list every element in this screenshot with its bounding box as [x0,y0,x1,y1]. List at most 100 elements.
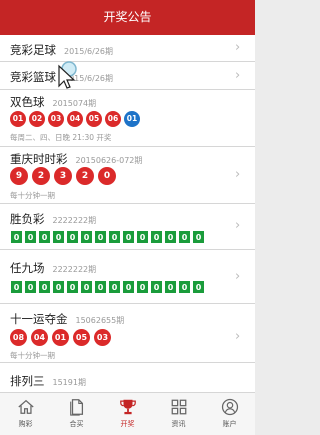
result-digit: 0 [108,230,121,244]
tab-label: 资讯 [171,420,186,428]
lottery-row-pl3[interactable]: 排列三 15191期 [0,363,255,392]
result-digit: 0 [192,230,205,244]
result-digit: 0 [10,230,23,244]
lottery-issue: 2015074期 [52,99,97,108]
red-ball: 08 [10,329,27,346]
tab-news[interactable]: 资讯 [153,393,204,435]
lottery-name: 任九场 [10,261,45,275]
tab-results[interactable]: 开奖 [102,393,153,435]
lottery-issue: 2015/6/26期 [64,47,114,56]
winning-numbers: 01 02 03 04 05 06 01 [10,111,143,127]
chevron-right-icon: › [235,68,241,83]
result-digit: 0 [80,280,93,294]
lottery-list[interactable]: 竞彩足球 2015/6/26期 › 竞彩篮球 2015/6/26期 › 双色球 201… [0,35,255,392]
result-digit: 0 [24,230,37,244]
trophy-icon [119,399,136,415]
result-digit: 0 [164,280,177,294]
result-digit: 0 [150,230,163,244]
lottery-issue: 15191期 [52,378,86,387]
user-icon [221,398,238,416]
lottery-issue: 2222222期 [52,216,97,225]
app-root: 开奖公告 竞彩足球 2015/6/26期 › 竞彩篮球 2015/6/26期 › 双… [0,0,255,435]
result-digit: 0 [94,230,107,244]
lottery-row-11x5[interactable]: 十一运夺金 15062655期 08 04 01 05 03 每十分钟一期 › [0,304,255,363]
lottery-row-cqssc[interactable]: 重庆时时彩 20150626-072期 9 2 3 2 0 每十分钟一期 › [0,147,255,204]
tab-group-buy[interactable]: 合买 [51,393,102,435]
result-digit: 0 [66,280,79,294]
red-ball: 04 [31,329,48,346]
chevron-right-icon: › [235,218,241,233]
chevron-right-icon: › [235,40,241,55]
result-digit: 0 [80,230,93,244]
red-ball: 03 [94,329,111,346]
red-ball: 05 [86,111,102,127]
lottery-title: 胜负彩 2222222期 [10,211,96,227]
tab-buy[interactable]: 购彩 [0,393,51,435]
result-digit: 0 [52,280,65,294]
result-digit: 0 [66,230,79,244]
tab-label: 合买 [69,420,84,428]
result-digit: 0 [150,280,163,294]
lottery-name: 双色球 [10,95,45,109]
result-digit: 0 [94,280,107,294]
red-ball: 9 [10,167,28,185]
lottery-row-jczq[interactable]: 竞彩足球 2015/6/26期 › [0,35,255,62]
red-ball: 2 [32,167,50,185]
lottery-name: 排列三 [10,374,45,388]
draw-schedule: 每周二、四、日晚 21:30 开奖 [10,133,112,142]
match-results: 0 0 0 0 0 0 0 0 0 0 0 0 0 0 [10,230,206,244]
lottery-title: 重庆时时彩 20150626-072期 [10,151,142,167]
match-results: 0 0 0 0 0 0 0 0 0 0 0 0 0 0 [10,280,206,294]
tab-account[interactable]: 账户 [204,393,255,435]
page-title: 开奖公告 [103,10,152,24]
chevron-right-icon: › [235,269,241,284]
red-ball: 02 [29,111,45,127]
result-digit: 0 [178,230,191,244]
lottery-title: 十一运夺金 15062655期 [10,311,124,327]
result-digit: 0 [136,280,149,294]
lottery-name: 十一运夺金 [10,312,68,326]
lottery-name: 竞彩足球 [10,43,56,57]
lottery-title: 双色球 2015074期 [10,94,96,110]
lottery-issue: 15062655期 [75,316,125,325]
red-ball: 03 [48,111,64,127]
result-digit: 0 [52,230,65,244]
red-ball: 05 [73,329,90,346]
lottery-issue: 20150626-072期 [75,156,143,165]
lottery-row-sfc[interactable]: 胜负彩 2222222期 0 0 0 0 0 0 0 0 0 0 0 0 0 0 … [0,204,255,250]
result-digit: 0 [178,280,191,294]
lottery-row-jclq[interactable]: 竞彩篮球 2015/6/26期 › [0,62,255,90]
red-ball: 01 [10,111,26,127]
title-bar: 开奖公告 [0,0,255,35]
draw-schedule: 每十分钟一期 [10,191,55,200]
result-digit: 0 [122,280,135,294]
home-icon [17,399,34,414]
red-ball: 04 [67,111,83,127]
result-digit: 0 [38,280,51,294]
red-ball: 3 [54,167,72,185]
red-ball: 2 [76,167,94,185]
result-digit: 0 [24,280,37,294]
lottery-name: 重庆时时彩 [10,152,68,166]
document-icon [69,399,83,416]
lottery-title: 竞彩足球 2015/6/26期 [10,42,113,58]
blue-ball: 01 [124,111,140,127]
tab-label: 购彩 [18,420,33,428]
result-digit: 0 [10,280,23,294]
red-ball: 06 [105,111,121,127]
lottery-row-ssq[interactable]: 双色球 2015074期 01 02 03 04 05 06 01 每周二、四、日… [0,90,255,147]
tab-label: 开奖 [120,420,135,428]
result-digit: 0 [136,230,149,244]
result-digit: 0 [38,230,51,244]
red-ball: 01 [52,329,69,346]
result-digit: 0 [122,230,135,244]
winning-numbers: 08 04 01 05 03 [10,329,115,346]
bottom-tab-bar: 购彩 合买 开奖 资讯 账户 [0,392,255,435]
lottery-row-r9[interactable]: 任九场 2222222期 0 0 0 0 0 0 0 0 0 0 0 0 0 0 … [0,250,255,304]
lottery-name: 胜负彩 [10,212,45,226]
lottery-issue: 2222222期 [52,265,97,274]
winning-numbers: 9 2 3 2 0 [10,167,120,185]
result-digit: 0 [192,280,205,294]
chevron-right-icon: › [235,329,241,344]
lottery-title: 排列三 15191期 [10,373,86,389]
